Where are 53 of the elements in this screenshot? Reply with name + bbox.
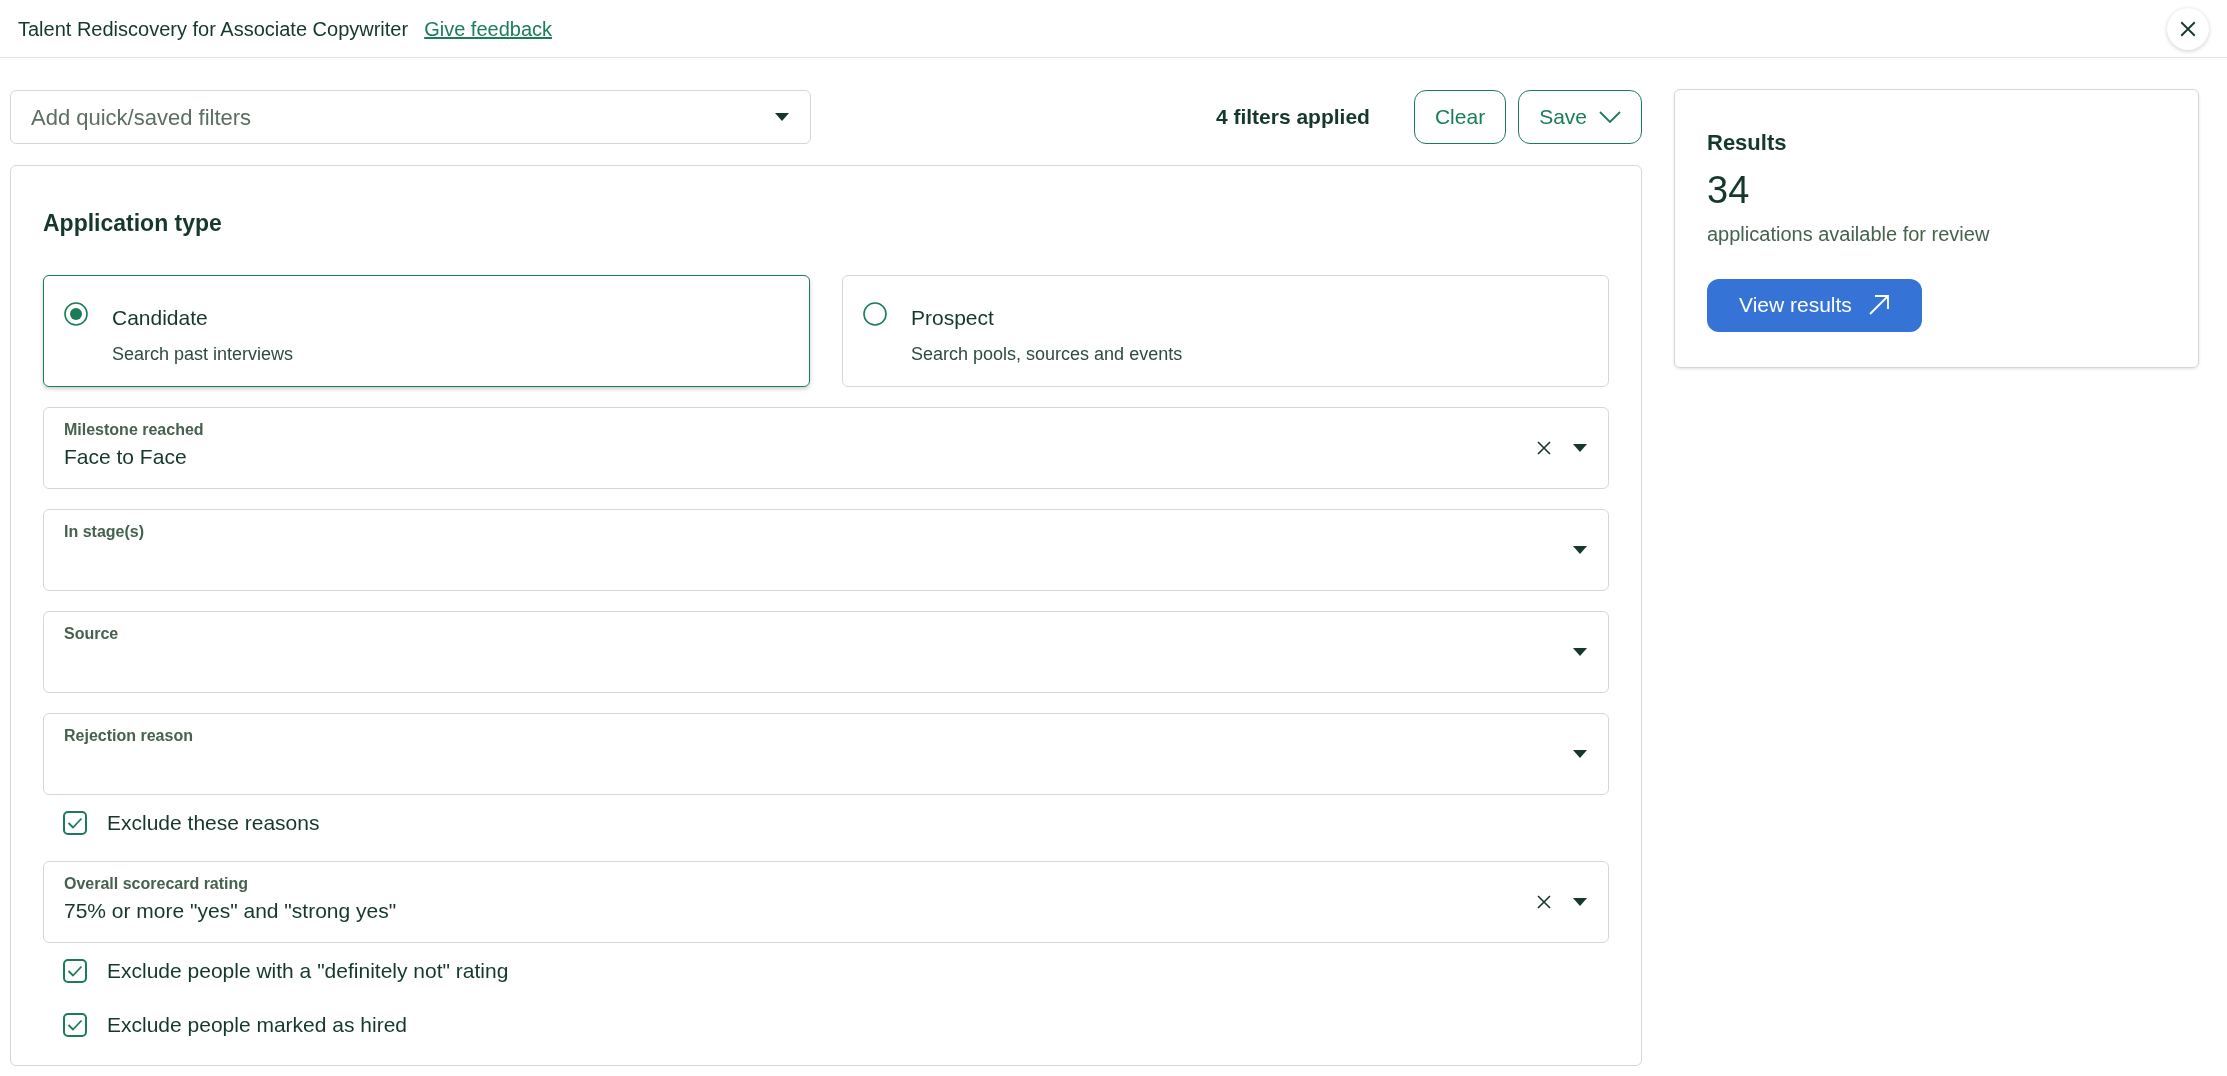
field-label: Rejection reason <box>64 725 194 746</box>
select-field[interactable]: In stage(s) <box>43 508 1609 591</box>
close-icon <box>2179 19 2197 38</box>
chevron-down-icon <box>1599 111 1621 123</box>
filters-count: 4 filters applied <box>1215 104 1370 131</box>
results-caption: applications available for review <box>1707 221 1990 247</box>
caret-icon <box>1572 442 1588 453</box>
radio-button[interactable] <box>863 301 887 326</box>
caret-icon <box>1572 896 1588 907</box>
feedback-link[interactable]: Give feedback <box>424 13 552 44</box>
field-label: Source <box>64 623 120 644</box>
close-button[interactable] <box>2167 7 2209 50</box>
select-field[interactable]: Rejection reason <box>43 712 1609 795</box>
caret-icon <box>774 112 790 122</box>
section-heading: Application type <box>43 209 223 238</box>
select-field[interactable]: Overall scorecard rating 75% or more "yes" and "strong yes" <box>43 860 1609 943</box>
field-label: In stage(s) <box>64 521 145 542</box>
clear-button[interactable]: Clear <box>1413 90 1507 144</box>
select-field[interactable]: Milestone reached Face to Face <box>43 406 1609 489</box>
option-description: Search pools, sources and events <box>911 343 1183 366</box>
field-value: 75% or more "yes" and "strong yes" <box>64 897 398 924</box>
caret-icon <box>1572 544 1588 555</box>
check-icon <box>67 964 83 977</box>
field-label: Milestone reached <box>64 419 205 440</box>
radio-card[interactable]: Prospect Search pools, sources and events <box>842 274 1609 387</box>
option-label: Prospect <box>911 304 995 331</box>
checkbox[interactable] <box>63 1012 87 1037</box>
option-description: Search past interviews <box>112 343 294 366</box>
dropdown-placeholder: Add quick/saved filters <box>31 103 253 132</box>
option-label: Candidate <box>112 304 209 331</box>
check-icon <box>67 1018 83 1031</box>
save-button[interactable]: Save <box>1518 90 1642 144</box>
close-icon[interactable] <box>1536 439 1552 456</box>
page-title: Talent Rediscovery for Associate Copywriter <box>18 16 409 42</box>
caret-icon <box>1572 646 1588 657</box>
arrow-up-right-icon <box>1867 294 1890 316</box>
check-icon <box>67 816 83 829</box>
results-count: 34 <box>1707 168 1750 213</box>
checkbox-label: Exclude people with a "definitely not" rating <box>107 957 509 984</box>
view-results-button[interactable]: View results <box>1707 278 1922 332</box>
select-field[interactable]: Source <box>43 610 1609 693</box>
close-icon[interactable] <box>1536 893 1552 910</box>
radio-card[interactable]: Candidate Search past interviews <box>43 274 810 387</box>
results-heading: Results <box>1707 129 1787 157</box>
caret-icon <box>1572 748 1588 759</box>
checkbox[interactable] <box>63 958 87 983</box>
quick-filter-dropdown[interactable]: Add quick/saved filters <box>10 90 811 144</box>
field-label: Overall scorecard rating <box>64 873 250 894</box>
checkbox-label: Exclude people marked as hired <box>107 1011 407 1038</box>
radio-button[interactable] <box>64 301 88 326</box>
checkbox[interactable] <box>63 810 87 835</box>
checkbox-label: Exclude these reasons <box>107 809 320 836</box>
field-value: Face to Face <box>64 443 188 470</box>
